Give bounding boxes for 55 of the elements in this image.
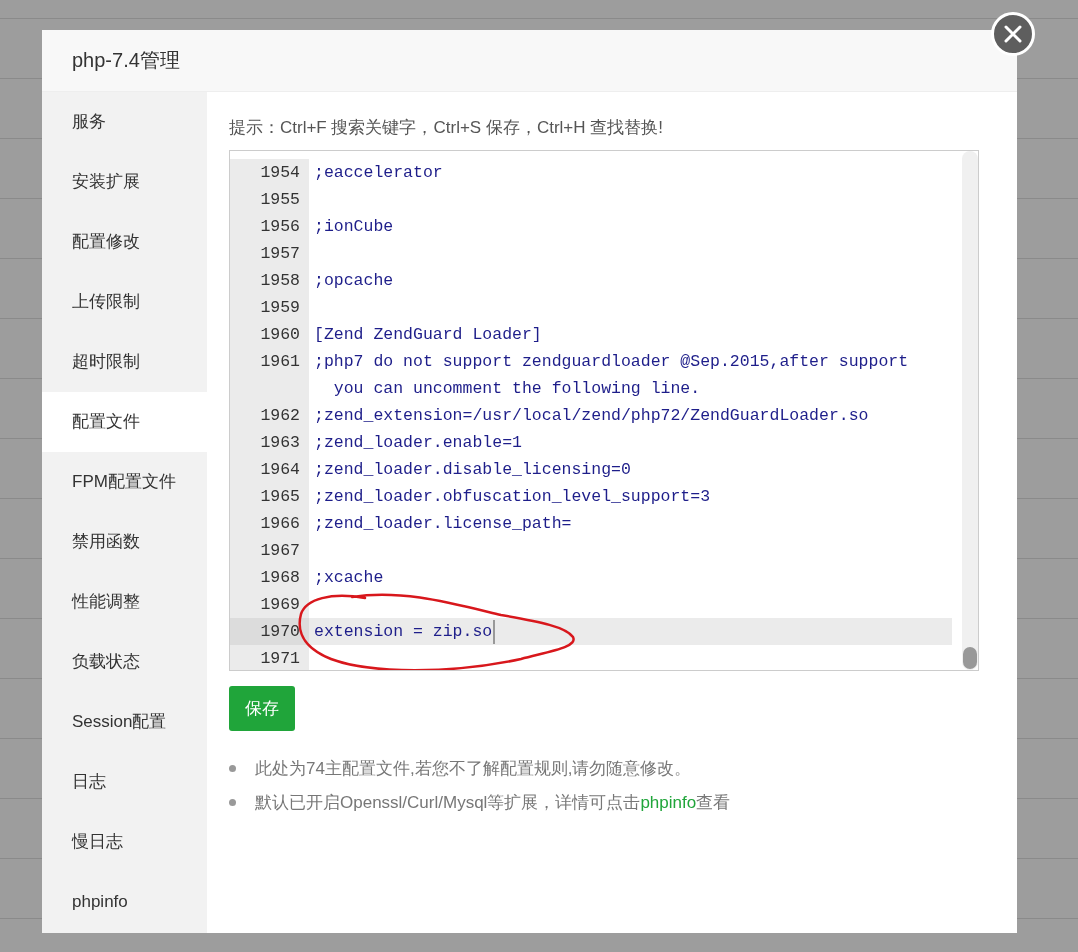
line-number: 1957 — [230, 240, 309, 267]
line-number: 1964 — [230, 456, 309, 483]
code-line: ;zend_extension=/usr/local/zend/php72/ZendGuardLoader.so — [314, 405, 869, 427]
sidebar-item[interactable]: 安装扩展 — [42, 152, 207, 212]
code-line: ;opcache — [314, 270, 394, 292]
scrollbar-thumb[interactable] — [963, 647, 977, 669]
line-number: 1954 — [230, 159, 309, 186]
sidebar-item[interactable]: FPM配置文件 — [42, 452, 207, 512]
sidebar-item[interactable]: 超时限制 — [42, 332, 207, 392]
code-line: ;php7 do not support zendguardloader @Sep.2015,after support you can uncomment the following line. — [314, 351, 910, 400]
text-cursor — [493, 619, 496, 644]
line-number: 1965 — [230, 483, 309, 510]
sidebar-item[interactable]: 禁用函数 — [42, 512, 207, 572]
code-line: ;zend_loader.license_path= — [314, 513, 572, 535]
sidebar-item[interactable]: 性能调整 — [42, 572, 207, 632]
sidebar-item[interactable]: phpinfo — [42, 872, 207, 932]
line-number: 1961 — [230, 348, 309, 402]
dialog-title: php-7.4管理 — [72, 48, 180, 73]
sidebar-item[interactable]: 上传限制 — [42, 272, 207, 332]
sidebar-item[interactable]: 配置修改 — [42, 212, 207, 272]
scrollbar[interactable] — [962, 151, 978, 670]
line-number: 1955 — [230, 186, 309, 213]
line-number: 1959 — [230, 294, 309, 321]
line-number: 1971 — [230, 645, 309, 670]
code-line: [Zend ZendGuard Loader] — [314, 324, 542, 346]
hint-text: 提示：Ctrl+F 搜索关键字，Ctrl+S 保存，Ctrl+H 查找替换! — [229, 117, 664, 139]
code-line: extension = zip.so — [314, 621, 493, 643]
sidebar-item[interactable]: 日志 — [42, 752, 207, 812]
code-line: ;ionCube — [314, 216, 394, 238]
code-line: ;zend_loader.enable=1 — [314, 432, 522, 454]
sidebar-item[interactable]: Session配置 — [42, 692, 207, 752]
line-number: 1970 — [230, 618, 309, 645]
code-line: ;xcache — [314, 567, 384, 589]
code-line: ;zend_loader.disable_licensing=0 — [314, 459, 631, 481]
code-line: ;eaccelerator — [314, 162, 443, 184]
note-text: 默认已开启Openssl/Curl/Mysql等扩展，详情可点击phpinfo查看 — [255, 791, 731, 814]
line-number: 1969 — [230, 591, 309, 618]
line-number: 1966 — [230, 510, 309, 537]
close-button[interactable] — [991, 12, 1035, 56]
sidebar-item[interactable]: 服务 — [42, 92, 207, 152]
line-number: 1963 — [230, 429, 309, 456]
sidebar-item[interactable]: 负载状态 — [42, 632, 207, 692]
line-number: 1967 — [230, 537, 309, 564]
line-number: 1958 — [230, 267, 309, 294]
bullet-icon — [229, 764, 236, 772]
close-icon — [1003, 24, 1023, 44]
code-line: ;zend_loader.obfuscation_level_support=3 — [314, 486, 711, 508]
sidebar-item[interactable]: 配置文件 — [42, 392, 207, 452]
bullet-icon — [229, 798, 236, 806]
line-number: 1968 — [230, 564, 309, 591]
line-number: 1956 — [230, 213, 309, 240]
sidebar-item[interactable]: 慢日志 — [42, 812, 207, 872]
line-number: 1960 — [230, 321, 309, 348]
line-number: 1962 — [230, 402, 309, 429]
note-text: 此处为74主配置文件,若您不了解配置规则,请勿随意修改。 — [255, 757, 692, 780]
